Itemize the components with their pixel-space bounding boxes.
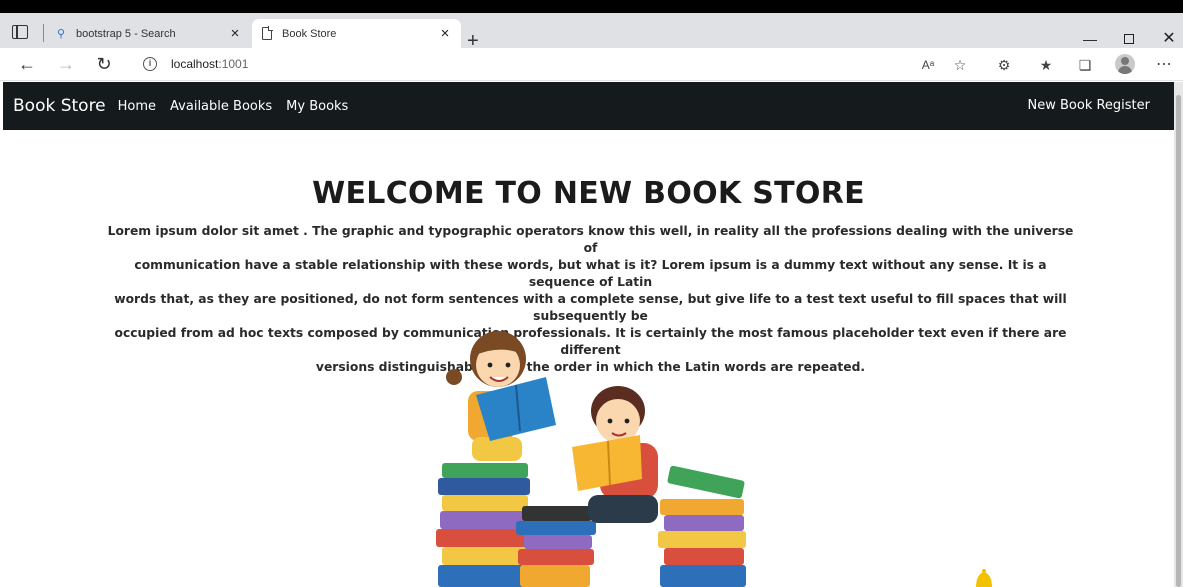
tab-actions-icon[interactable] [12,25,28,39]
close-tab-icon[interactable]: × [437,25,453,42]
add-favorite-icon[interactable]: ☆ [950,55,970,75]
browser-window: ⚲ bootstrap 5 - Search × Book Store × + … [0,0,1183,587]
hero-paragraph-line: Lorem ipsum dolor sit amet . The graphic… [107,224,1074,255]
site-info-icon[interactable]: i [143,57,157,71]
profile-icon[interactable] [1115,54,1135,74]
screen-top-edge [0,0,1183,13]
tab-strip: ⚲ bootstrap 5 - Search × Book Store × + … [0,13,1183,51]
nav-link-available-books[interactable]: Available Books [170,99,272,114]
site-navbar: Book Store Home Available Books My Books… [3,82,1174,130]
girl-figure [446,331,556,461]
hero-paragraph-line: words that, as they are positioned, do n… [114,292,1067,323]
forward-arrow-icon[interactable]: → [56,54,76,74]
document-icon [260,26,274,41]
page-viewport: Book Store Home Available Books My Books… [3,82,1174,587]
tab-title: bootstrap 5 - Search [76,27,176,40]
hero-paragraph-line: communication have a stable relationship… [134,258,1047,289]
extensions-icon[interactable]: ⚙ [994,55,1014,75]
maximize-button[interactable] [1119,29,1139,49]
address-bar-row: ← → ↻ i localhost:1001 Aᵃ ☆ ⚙ ★ ❏ ⋯ [0,48,1183,81]
close-window-button[interactable]: ✕ [1159,29,1179,49]
search-icon: ⚲ [56,28,66,40]
url-port: :1001 [218,57,249,71]
collections-icon[interactable]: ❏ [1075,55,1095,75]
tab-separator [43,24,44,42]
minimize-button[interactable]: — [1080,29,1100,49]
close-tab-icon[interactable]: × [227,25,243,42]
kids-reading-illustration [436,331,746,587]
navbar-brand[interactable]: Book Store [13,96,106,116]
right-book-stack [658,465,746,587]
back-arrow-icon[interactable]: ← [17,54,37,74]
url-field[interactable]: localhost:1001 [171,57,248,71]
nav-link-new-book-register[interactable]: New Book Register [1028,98,1151,113]
scrollbar-thumb[interactable] [1176,95,1181,587]
favorites-icon[interactable]: ★ [1036,55,1056,75]
url-host: localhost [171,57,219,71]
more-icon[interactable]: ⋯ [1154,55,1174,75]
boy-figure [572,386,658,523]
tab-title: Book Store [282,27,337,40]
notification-bell-icon[interactable] [971,568,997,587]
middle-book-stack [516,506,596,587]
nav-link-my-books[interactable]: My Books [286,99,348,114]
read-aloud-icon[interactable]: Aᵃ [918,55,938,75]
nav-link-home[interactable]: Home [118,99,156,114]
reload-icon[interactable]: ↻ [94,54,114,74]
page-title: WELCOME TO NEW BOOK STORE [312,176,865,211]
tab-book-store[interactable]: Book Store × [252,19,461,48]
tab-bootstrap-search[interactable]: ⚲ bootstrap 5 - Search × [46,19,251,48]
